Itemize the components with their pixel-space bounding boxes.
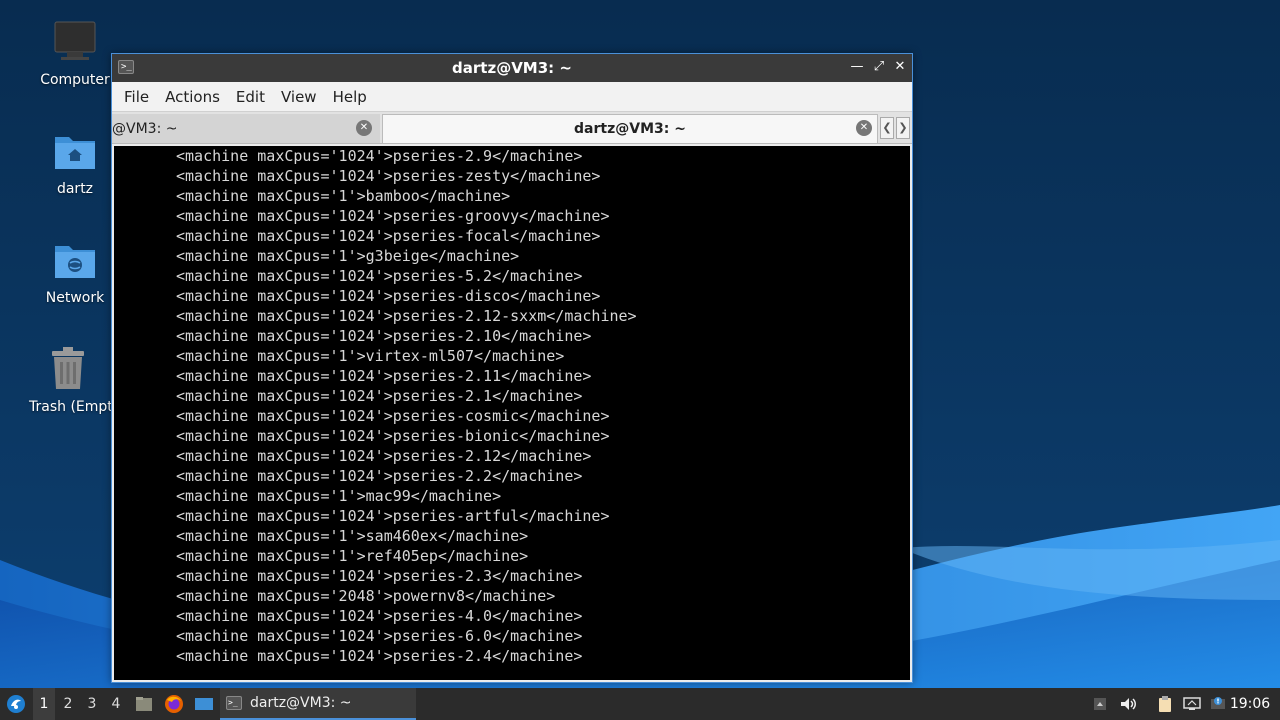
workspace-3[interactable]: 3 (81, 688, 103, 720)
terminal-line: <machine maxCpus='1'>ref405ep</machine> (176, 547, 529, 565)
volume-button[interactable] (1118, 688, 1138, 720)
terminal-line: <machine maxCpus='1024'>pseries-bionic</… (176, 427, 610, 445)
menu-actions[interactable]: Actions (157, 88, 228, 106)
app-menu-button[interactable] (4, 688, 28, 720)
network-folder-icon (51, 236, 99, 284)
file-manager-launcher[interactable] (134, 688, 154, 720)
tab-bar: @VM3: ~ ✕ dartz@VM3: ~ ✕ ❮ ❯ (112, 112, 912, 144)
desktop-icon-computer[interactable]: Computer (25, 18, 125, 88)
terminal-line: <machine maxCpus='1'>virtex-ml507</machi… (176, 347, 565, 365)
menu-help[interactable]: Help (325, 88, 375, 106)
terminal-line: <machine maxCpus='1024'>pseries-2.1</mac… (176, 387, 583, 405)
tab-label: @VM3: ~ (112, 120, 178, 137)
terminal-line: <machine maxCpus='1024'>pseries-4.0</mac… (176, 607, 583, 625)
desktop-icon-label: dartz (56, 181, 94, 197)
workspace-1[interactable]: 1 (33, 688, 55, 720)
terminal-output[interactable]: <machine maxCpus='1024'>pseries-2.9</mac… (114, 146, 910, 680)
taskbar: 1 2 3 4 >_ dartz@VM3: ~ 19:06 (0, 688, 1280, 720)
terminal-line: <machine maxCpus='1'>bamboo</machine> (176, 187, 511, 205)
desktop-icon-home[interactable]: dartz (25, 127, 125, 197)
window-titlebar[interactable]: >_ dartz@VM3: ~ — ⤢ ✕ (112, 54, 912, 82)
terminal-line: <machine maxCpus='1024'>pseries-2.9</mac… (176, 147, 583, 165)
desktop-icon-network[interactable]: Network (25, 236, 125, 306)
clipboard-button[interactable] (1155, 688, 1175, 720)
terminal-line: <machine maxCpus='1024'>pseries-2.10</ma… (176, 327, 592, 345)
desktop-icon-label: Computer (40, 72, 110, 88)
tab-close-icon[interactable]: ✕ (356, 120, 372, 136)
taskbar-task-terminal[interactable]: >_ dartz@VM3: ~ (220, 688, 416, 720)
terminal-line: <machine maxCpus='1'>sam460ex</machine> (176, 527, 529, 545)
tab-close-icon[interactable]: ✕ (856, 120, 872, 136)
menubar: File Actions Edit View Help (112, 82, 912, 112)
network-icon (1183, 697, 1201, 710)
terminal-window[interactable]: >_ dartz@VM3: ~ — ⤢ ✕ File Actions Edit … (111, 53, 913, 683)
desktop-icon (195, 698, 213, 710)
clipboard-icon (1159, 696, 1171, 712)
menu-file[interactable]: File (116, 88, 157, 106)
tab-scroll-left-icon[interactable]: ❮ (880, 117, 894, 139)
tab-inactive[interactable]: @VM3: ~ (112, 114, 380, 143)
tab-label: dartz@VM3: ~ (574, 121, 686, 137)
terminal-line: <machine maxCpus='1024'>pseries-2.12-sxx… (176, 307, 637, 325)
terminal-line: <machine maxCpus='1024'>pseries-6.0</mac… (176, 627, 583, 645)
task-label: dartz@VM3: ~ (250, 695, 352, 711)
trash-icon (44, 345, 92, 393)
desktop-icon-label: Network (45, 290, 105, 306)
terminal-line: <machine maxCpus='1024'>pseries-artful</… (176, 507, 610, 525)
terminal-line: <machine maxCpus='1024'>pseries-focal</m… (176, 227, 601, 245)
terminal-line: <machine maxCpus='1024'>pseries-2.2</mac… (176, 467, 583, 485)
maximize-button[interactable]: ⤢ (870, 58, 888, 76)
desktop-icon-trash[interactable]: Trash (Empty) (25, 345, 111, 415)
terminal-line: <machine maxCpus='1024'>pseries-5.2</mac… (176, 267, 583, 285)
tray-arrow-icon (1094, 698, 1106, 710)
show-desktop-button[interactable] (193, 688, 215, 720)
terminal-line: <machine maxCpus='1024'>pseries-groovy</… (176, 207, 610, 225)
lubuntu-logo-icon (7, 695, 25, 713)
tray-expand-button[interactable] (1090, 688, 1110, 720)
close-button[interactable]: ✕ (891, 58, 909, 76)
terminal-line: <machine maxCpus='1024'>pseries-cosmic</… (176, 407, 610, 425)
terminal-line: <machine maxCpus='2048'>powernv8</machin… (176, 587, 556, 605)
menu-edit[interactable]: Edit (228, 88, 273, 106)
terminal-line: <machine maxCpus='1024'>pseries-zesty</m… (176, 167, 601, 185)
terminal-line: <machine maxCpus='1'>g3beige</machine> (176, 247, 520, 265)
terminal-line: <machine maxCpus='1024'>pseries-2.11</ma… (176, 367, 592, 385)
terminal-line: <machine maxCpus='1024'>pseries-2.4</mac… (176, 647, 583, 665)
terminal-icon: >_ (226, 696, 242, 710)
minimize-button[interactable]: — (848, 58, 866, 76)
workspace-2[interactable]: 2 (57, 688, 79, 720)
home-folder-icon (51, 127, 99, 175)
network-status-button[interactable] (1182, 688, 1202, 720)
notification-icon (1211, 697, 1225, 709)
firefox-icon (165, 695, 183, 713)
tab-scroll-right-icon[interactable]: ❯ (896, 117, 910, 139)
file-manager-icon (136, 697, 152, 711)
firefox-launcher[interactable] (163, 688, 185, 720)
menu-view[interactable]: View (273, 88, 325, 106)
terminal-line: <machine maxCpus='1024'>pseries-2.12</ma… (176, 447, 592, 465)
terminal-line: <machine maxCpus='1024'>pseries-disco</m… (176, 287, 601, 305)
volume-icon (1121, 698, 1136, 710)
terminal-line: <machine maxCpus='1'>mac99</machine> (176, 487, 502, 505)
terminal-line: <machine maxCpus='1024'>pseries-2.3</mac… (176, 567, 583, 585)
desktop-icon-label: Trash (Empty) (29, 399, 111, 415)
clock[interactable]: 19:06 (1228, 688, 1272, 720)
window-title: dartz@VM3: ~ (452, 59, 572, 77)
tab-active[interactable]: dartz@VM3: ~ (382, 114, 878, 143)
workspace-4[interactable]: 4 (105, 688, 127, 720)
notification-button[interactable] (1208, 688, 1228, 720)
computer-icon (51, 18, 99, 66)
